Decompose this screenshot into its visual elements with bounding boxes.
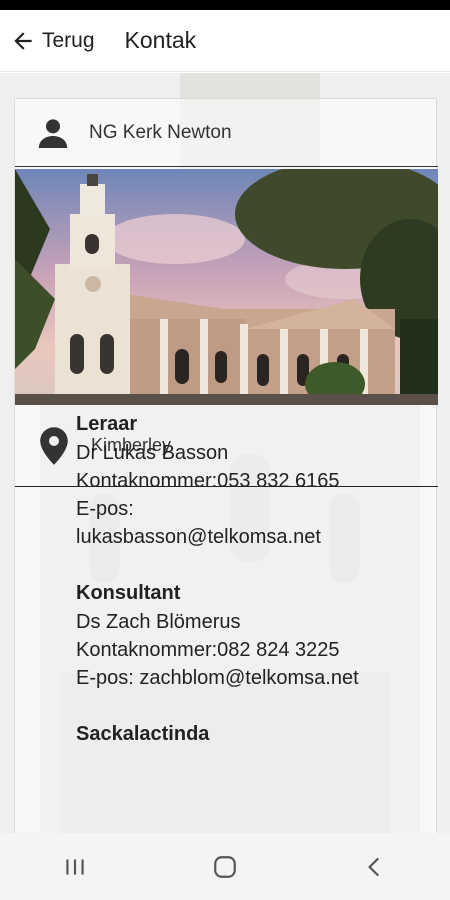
- page-title: Kontak: [124, 27, 197, 53]
- contact-konsultant: Konsultant Ds Zach Blömerus Kontaknommer…: [76, 579, 416, 692]
- church-name: NG Kerk Newton: [89, 121, 232, 143]
- contact-email-label: E-pos:: [76, 498, 134, 520]
- contact-role: Leraar: [76, 413, 138, 435]
- contact-email[interactable]: lukasbasson@telkomsa.net: [76, 523, 416, 551]
- arrow-left-icon: [14, 31, 32, 50]
- person-icon: [38, 118, 68, 148]
- back-button[interactable]: Terug: [10, 19, 95, 63]
- back-label: Terug: [42, 28, 95, 52]
- app-bar: Terug Kontak: [0, 10, 450, 72]
- nav-back-icon: [368, 857, 380, 876]
- system-nav-bar: [0, 833, 450, 900]
- contact-role: Konsultant: [76, 582, 181, 604]
- contact-email[interactable]: E-pos: zachblom@telkomsa.net: [76, 664, 416, 692]
- contact-leraar: Leraar Dr Lukas Basson Kontaknommer:053 …: [76, 410, 416, 551]
- recents-button[interactable]: [45, 842, 105, 892]
- home-button[interactable]: [195, 842, 255, 892]
- contact-phone[interactable]: Kontaknommer:082 824 3225: [76, 636, 416, 664]
- contact-name: Dr Lukas Basson: [76, 442, 229, 464]
- location-pin-icon: [40, 426, 68, 465]
- home-icon: [214, 855, 236, 878]
- church-name-row: NG Kerk Newton: [15, 99, 438, 167]
- contact-phone[interactable]: Kontaknommer:053 832 6165: [76, 467, 416, 495]
- nav-back-button[interactable]: [345, 842, 405, 892]
- recents-icon: [66, 858, 84, 875]
- contacts-list: Leraar Dr Lukas Basson Kontaknommer:053 …: [76, 410, 416, 777]
- contact-role: Sackalactinda: [76, 723, 210, 745]
- contact-name: Ds Zach Blömerus: [76, 611, 241, 633]
- church-photo: [15, 169, 438, 405]
- status-bar: [0, 0, 450, 10]
- contact-partial: Sackalactinda: [76, 720, 416, 749]
